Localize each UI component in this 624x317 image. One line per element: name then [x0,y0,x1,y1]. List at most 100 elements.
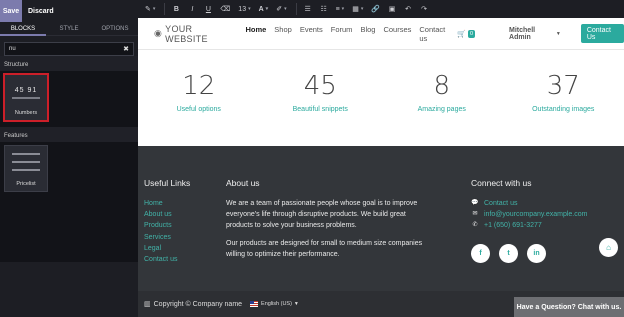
stat-caption: Useful options [176,106,221,113]
cart-icon: 🛒 [457,30,466,38]
discard-button[interactable]: Discard [22,8,54,15]
footer-about: About us We are a team of passionate peo… [226,178,426,266]
editor-tabs: BLOCKS STYLE OPTIONS [0,22,138,36]
livechat-button[interactable]: Have a Question? Chat with us. [514,297,624,317]
stat-item: 45 Beautiful snippets [260,51,382,146]
language-label: English (US) [261,301,292,307]
connect-contact-link[interactable]: 💬 Contact us [471,198,621,209]
chevron-down-icon: ▼ [293,301,299,307]
editor-topbar: Save Discard [0,0,138,22]
preview-line [12,161,40,163]
align-icon[interactable]: ≡ [333,2,348,16]
stat-caption: Beautiful snippets [292,106,348,113]
tab-style[interactable]: STYLE [46,22,92,36]
comment-icon: 💬 [471,200,479,206]
user-name: Mitchell Admin [509,26,536,41]
underline-icon[interactable]: U [201,2,215,16]
save-button[interactable]: Save [0,0,22,22]
nav-home[interactable]: Home [245,25,266,43]
stat-caption: Amazing pages [417,106,466,113]
preview-bar [12,97,40,99]
preview-line [12,153,40,155]
stat-caption: Outstanding images [532,106,595,113]
snippet-label: Pricelist [16,181,36,187]
contact-us-button[interactable]: Contact Us [580,24,624,43]
font-size-dropdown[interactable]: 13 [235,2,253,16]
stat-item: 37 Outstanding images [503,51,624,146]
table-icon[interactable]: ▦ [349,2,366,16]
building-icon: ▥ [144,301,151,308]
facebook-icon[interactable]: f [471,243,490,263]
cart-count-badge: 0 [467,29,476,38]
snippet-numbers[interactable]: 45 91 Numbers [3,73,49,122]
user-menu[interactable]: Mitchell Admin ▼ [509,27,561,41]
stat-number: 37 [546,71,580,101]
close-icon[interactable]: ✖ [123,45,129,53]
flag-icon [250,301,259,307]
nav-blog[interactable]: Blog [360,25,375,43]
undo-icon[interactable]: ↶ [401,2,415,16]
nav-forum[interactable]: Forum [331,25,353,43]
pencil-icon[interactable]: ✎ [142,2,158,16]
numbers-preview: 45 91 [14,87,38,94]
snippet-search-input[interactable] [9,46,124,52]
stat-number: 12 [182,71,216,101]
footer-heading: Connect with us [471,178,532,188]
nav-courses[interactable]: Courses [383,25,411,43]
stat-number: 45 [303,71,337,101]
footer-link-services[interactable]: Services [144,232,190,243]
footer-link-legal[interactable]: Legal [144,243,190,254]
numbers-thumbnail: 45 91 [10,82,42,104]
unordered-list-icon[interactable]: ☰ [301,2,315,16]
eraser-icon[interactable]: ⌫ [217,2,233,16]
copyright-text: Copyright © Company name [153,300,243,308]
twitter-icon[interactable]: t [499,243,518,263]
nav-shop[interactable]: Shop [274,25,292,43]
editor-sidebar: Save Discard BLOCKS STYLE OPTIONS ✖ Stru… [0,0,138,317]
envelope-icon: ✉ [472,211,478,218]
connect-phone-link[interactable]: ✆ +1 (650) 691-3277 [471,220,621,231]
stat-item: 8 Amazing pages [381,51,503,146]
footer-link-contact[interactable]: Contact us [144,254,190,265]
footer-heading: About us [226,178,260,188]
font-color-dropdown[interactable]: A [256,2,272,16]
footer-link-about[interactable]: About us [144,209,190,220]
nav-links: Home Shop Events Forum Blog Courses Cont… [245,25,453,43]
chevron-down-icon: ▼ [555,30,561,37]
numbers-snippet: 12 Useful options 45 Beautiful snippets … [138,51,624,146]
snippet-search: ✖ [4,42,134,56]
bold-icon[interactable]: B [169,2,183,16]
tab-options[interactable]: OPTIONS [92,22,138,36]
highlight-dropdown[interactable]: ✐ [273,2,289,16]
stat-item: 12 Useful options [138,51,260,146]
ordered-list-icon[interactable]: ☷ [317,2,331,16]
section-title-structure: Structure [0,56,138,71]
about-paragraph: We are a team of passionate people whose… [226,200,418,230]
about-paragraph: Our products are designed for small to m… [226,239,423,258]
stat-number: 8 [433,71,451,101]
nav-contact[interactable]: Contact us [419,25,445,43]
pricelist-thumbnail [12,153,40,171]
footer-link-home[interactable]: Home [144,198,190,209]
language-selector[interactable]: English (US) ▼ [250,301,299,307]
home-icon[interactable]: ⌂ [599,238,618,257]
nav-events[interactable]: Events [300,25,323,43]
snippet-pricelist[interactable]: Pricelist [4,145,48,192]
link-icon[interactable]: 🔗 [368,2,383,16]
footer-link-products[interactable]: Products [144,220,190,231]
tab-blocks[interactable]: BLOCKS [0,22,46,36]
cart-link[interactable]: 🛒 0 [457,29,476,38]
italic-icon[interactable]: I [185,2,199,16]
connect-email-link[interactable]: ✉ info@yourcompany.example.com [471,209,621,220]
image-icon[interactable]: ▣ [385,2,399,16]
editor-toolbar: ✎ B I U ⌫ 13 A ✐ ☰ ☷ ≡ ▦ 🔗 ▣ ↶ ↷ [138,0,624,18]
linkedin-icon[interactable]: in [527,243,546,263]
footer-useful-links: Useful Links Home About us Products Serv… [144,178,190,265]
redo-icon[interactable]: ↷ [417,2,431,16]
connect-text: Contact us [484,200,518,207]
site-footer: Useful Links Home About us Products Serv… [138,146,624,291]
site-navbar: ◉ YOUR WEBSITE Home Shop Events Forum Bl… [138,18,624,50]
site-logo[interactable]: ◉ YOUR WEBSITE [154,24,229,44]
globe-icon: ◉ [154,28,163,38]
section-structure: 45 91 Numbers [0,71,138,127]
